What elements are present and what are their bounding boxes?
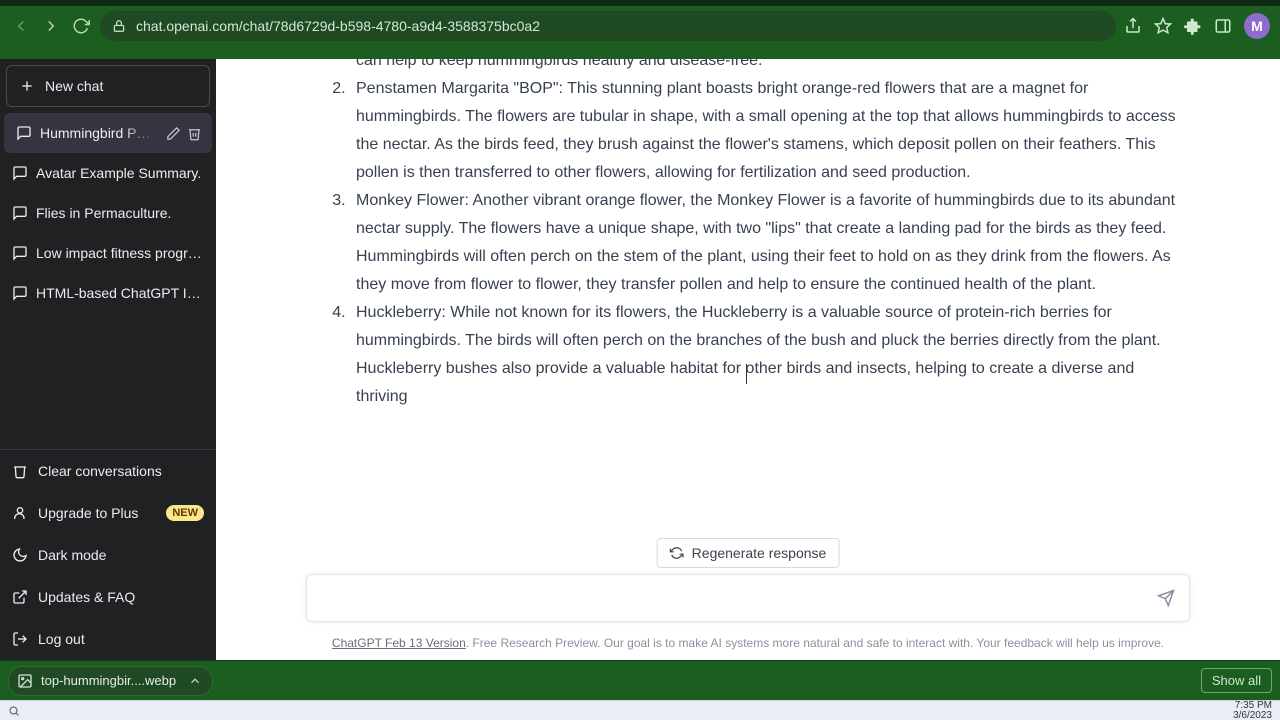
chat-icon: [12, 245, 28, 261]
regenerate-button[interactable]: Regenerate response: [657, 538, 840, 568]
moon-icon: [12, 547, 28, 563]
list-item: Monkey Flower: Another vibrant orange fl…: [350, 187, 1190, 299]
address-bar[interactable]: chat.openai.com/chat/78d6729d-b598-4780-…: [100, 11, 1116, 41]
version-link[interactable]: ChatGPT Feb 13 Version: [332, 636, 466, 650]
reload-button[interactable]: [66, 11, 96, 41]
chat-title: Low impact fitness programs.: [36, 245, 206, 261]
send-icon[interactable]: [1157, 589, 1175, 607]
chat-title: Flies in Permaculture.: [36, 205, 206, 221]
response-list: xcan help to keep hummingbirds healthy a…: [306, 59, 1190, 411]
dark-mode-toggle[interactable]: Dark mode: [0, 534, 216, 576]
person-icon: [12, 505, 28, 521]
image-file-icon: [17, 673, 33, 689]
browser-toolbar: chat.openai.com/chat/78d6729d-b598-4780-…: [0, 0, 1280, 45]
chat-item[interactable]: HTML-based ChatGPT Interact: [0, 273, 216, 313]
chat-icon: [12, 165, 28, 181]
plus-icon: [19, 78, 35, 94]
chevron-up-icon[interactable]: [188, 674, 202, 688]
new-chat-label: New chat: [45, 78, 103, 94]
list-item: xcan help to keep hummingbirds healthy a…: [350, 59, 1190, 75]
download-shelf: top-hummingbir....webp Show all: [0, 660, 1280, 700]
show-all-downloads[interactable]: Show all: [1201, 668, 1272, 693]
new-chat-button[interactable]: New chat: [6, 65, 210, 107]
back-button[interactable]: [6, 11, 36, 41]
logout-icon: [12, 631, 28, 647]
trash-icon[interactable]: [187, 126, 202, 141]
clear-conversations[interactable]: Clear conversations: [0, 450, 216, 492]
chat-item[interactable]: Avatar Example Summary.: [0, 153, 216, 193]
message-input[interactable]: [321, 589, 1157, 607]
search-icon[interactable]: [8, 705, 20, 717]
star-icon[interactable]: [1154, 17, 1172, 35]
new-badge: NEW: [166, 505, 204, 521]
list-item: Penstamen Margarita "BOP": This stunning…: [350, 75, 1190, 187]
system-clock[interactable]: 7:35 PM 3/6/2023: [1233, 701, 1272, 720]
composer[interactable]: [306, 574, 1190, 622]
list-item: Huckleberry: While not known for its flo…: [350, 299, 1190, 411]
text-cursor: [746, 364, 747, 384]
log-out[interactable]: Log out: [0, 618, 216, 660]
sidebar: New chat Hummingbird Permacu Avatar Exam…: [0, 59, 216, 660]
profile-avatar[interactable]: M: [1244, 13, 1270, 39]
url-text: chat.openai.com/chat/78d6729d-b598-4780-…: [136, 18, 540, 34]
trash-icon: [12, 463, 28, 479]
sidepanel-icon[interactable]: [1214, 17, 1232, 35]
refresh-icon: [670, 546, 684, 560]
updates-faq[interactable]: Updates & FAQ: [0, 576, 216, 618]
chatgpt-app: New chat Hummingbird Permacu Avatar Exam…: [0, 59, 1280, 660]
chat-icon: [16, 125, 32, 141]
chat-title: HTML-based ChatGPT Interact: [36, 285, 206, 301]
chat-item[interactable]: Low impact fitness programs.: [0, 233, 216, 273]
upgrade-to-plus[interactable]: Upgrade to Plus NEW: [0, 492, 216, 534]
external-link-icon: [12, 589, 28, 605]
chat-item-active[interactable]: Hummingbird Permacu: [4, 113, 212, 153]
windows-taskbar[interactable]: 7:35 PM 3/6/2023: [0, 700, 1280, 720]
chat-title: Hummingbird Permacu: [40, 125, 158, 141]
chat-icon: [12, 285, 28, 301]
bookmark-bar: [0, 45, 1280, 59]
chat-item[interactable]: Flies in Permaculture.: [0, 193, 216, 233]
edit-icon[interactable]: [166, 126, 181, 141]
footer-note: ChatGPT Feb 13 Version. Free Research Pr…: [216, 630, 1280, 660]
forward-button[interactable]: [36, 11, 66, 41]
lock-icon: [112, 19, 126, 33]
share-icon[interactable]: [1124, 17, 1142, 35]
main-content: xcan help to keep hummingbirds healthy a…: [216, 59, 1280, 660]
chat-icon: [12, 205, 28, 221]
extensions-icon[interactable]: [1184, 17, 1202, 35]
download-chip[interactable]: top-hummingbir....webp: [8, 666, 213, 696]
message-scroll[interactable]: xcan help to keep hummingbirds healthy a…: [216, 59, 1280, 574]
chat-title: Avatar Example Summary.: [36, 165, 206, 181]
